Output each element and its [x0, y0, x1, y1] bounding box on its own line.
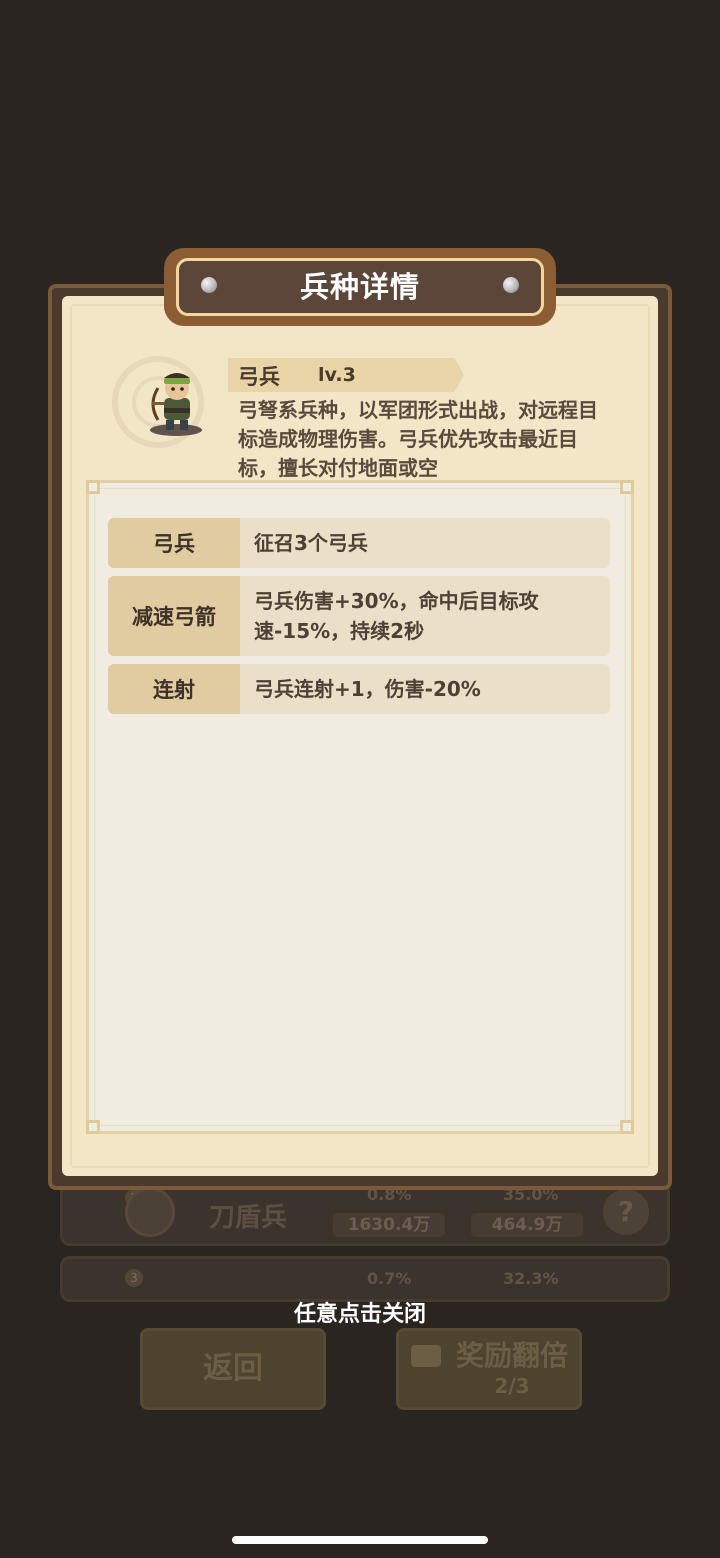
skill-description: 弓兵连射+1，伤害-20% [254, 677, 481, 701]
skill-row: 减速弓箭 弓兵伤害+30%，命中后目标攻速-15%，持续2秒 [108, 576, 610, 656]
archer-unit-icon [150, 373, 202, 436]
home-indicator[interactable] [232, 1536, 488, 1544]
panel-title-plate: 兵种详情 [164, 248, 556, 326]
frame-corner-ornament [86, 1120, 100, 1134]
unit-name: 弓兵 [238, 365, 280, 389]
skill-description: 弓兵伤害+30%，命中后目标攻速-15%，持续2秒 [254, 589, 539, 643]
panel-title: 兵种详情 [299, 270, 420, 304]
frame-corner-ornament [620, 480, 634, 494]
unit-description[interactable]: 弓弩系兵种，以军团形式出战，对远程目标造成物理伤害。弓兵优先攻击最近目标，擅长对… [238, 396, 598, 484]
skill-row: 弓兵 征召3个弓兵 [108, 518, 610, 568]
skill-tag: 减速弓箭 [108, 576, 240, 656]
skill-row: 连射 弓兵连射+1，伤害-20% [108, 664, 610, 714]
frame-corner-ornament [86, 480, 100, 494]
tap-to-close-hint: 任意点击关闭 [293, 1302, 426, 1327]
unit-level: lv.3 [318, 364, 356, 386]
skill-tag: 连射 [108, 664, 240, 714]
frame-corner-ornament [620, 1120, 634, 1134]
panel-title-inner: 兵种详情 [176, 258, 544, 316]
skill-tag: 弓兵 [108, 518, 240, 568]
skill-description: 征召3个弓兵 [254, 531, 368, 555]
